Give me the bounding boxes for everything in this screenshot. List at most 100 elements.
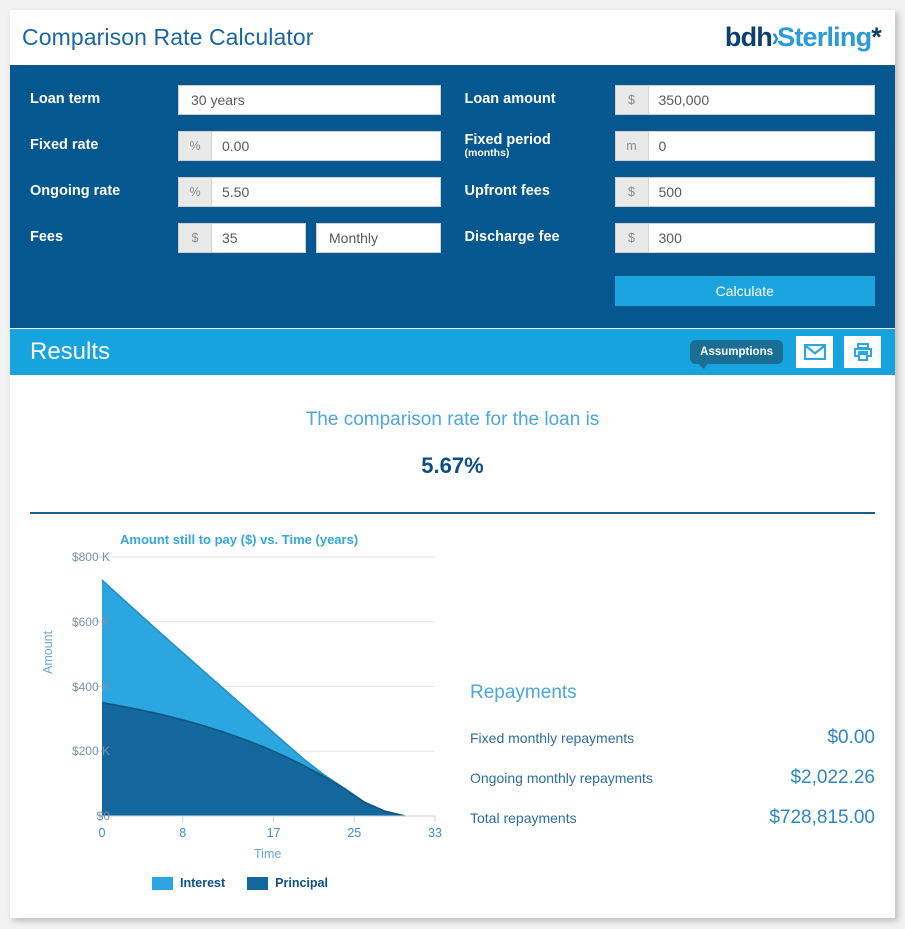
logo-text-sterling: Sterling — [777, 22, 872, 52]
label-ongoing-rate: Ongoing rate — [30, 183, 121, 200]
comparison-rate-value: 5.67% — [421, 453, 484, 478]
calculate-row: Calculate — [465, 270, 875, 312]
label-fixed-period-text: Fixed period — [464, 131, 551, 148]
comparison-rate-caption: The comparison rate for the loan is — [305, 409, 600, 430]
chart-legend-label: Principal — [275, 876, 328, 890]
label-upfront-fees: Upfront fees — [465, 184, 615, 199]
chart-x-tick-label: 25 — [347, 826, 362, 840]
repayment-label: Ongoing monthly repayments — [470, 770, 653, 786]
logo-text-bdh: bdh — [724, 22, 773, 52]
dollar-prefix-icon: $ — [615, 178, 649, 206]
fees-amount-value[interactable]: 35 — [212, 224, 305, 252]
chart-legend-item[interactable]: Interest — [152, 876, 225, 890]
discharge-fee-value[interactable]: 300 — [649, 224, 875, 252]
fixed-rate-value[interactable]: 0.00 — [212, 132, 440, 160]
chart-y-ticks: $0 $200 K $400 K $600 K $800 K — [50, 514, 110, 904]
results-lower-section: Amount still to pay ($) vs. Time (years)… — [10, 514, 895, 904]
calculator-card: Comparison Rate Calculator bdh › Sterling *… — [10, 10, 895, 918]
print-results-button[interactable] — [844, 336, 881, 368]
fixed-period-input[interactable]: m 0 — [614, 131, 875, 161]
upfront-fees-input[interactable]: $ 500 — [614, 177, 875, 207]
chart-legend-swatch — [152, 876, 173, 890]
label-discharge-fee-text: Discharge fee — [464, 229, 560, 246]
chart-legend-swatch — [247, 876, 269, 890]
repayment-row: Total repayments $728,815.00 — [470, 798, 875, 838]
repayment-value: $728,815.00 — [769, 807, 875, 828]
chart-x-tick-label: 8 — [179, 826, 187, 840]
repayment-label: Fixed monthly repayments — [470, 730, 635, 746]
assumptions-button[interactable]: Assumptions — [690, 340, 783, 369]
field-row-fixed-rate: Fixed rate % 0.00 — [30, 123, 441, 169]
calculate-button[interactable]: Calculate — [614, 276, 875, 306]
chart-y-tick-label: $200 K — [71, 744, 110, 759]
comparison-rate-block: The comparison rate for the loan is 5.67… — [10, 375, 895, 479]
page-title: Comparison Rate Calculator — [22, 24, 314, 50]
chart-y-tick-label: $800 K — [71, 550, 110, 564]
label-fixed-period: Fixed period (months) — [464, 131, 615, 160]
label-loan-amount-text: Loan amount — [464, 91, 556, 108]
ongoing-rate-input[interactable]: % 5.50 — [178, 177, 441, 207]
chart-x-tick-label: 17 — [266, 826, 281, 840]
chart-legend-item[interactable]: Principal — [247, 876, 328, 890]
repayments-panel: Repayments Fixed monthly repayments $0.00… — [460, 514, 895, 904]
fixed-rate-input[interactable]: % 0.00 — [178, 131, 441, 161]
ongoing-rate-value[interactable]: 5.50 — [212, 178, 440, 206]
dollar-prefix-icon: $ — [615, 224, 649, 252]
email-results-button[interactable] — [796, 336, 833, 368]
chart-legend-label: Interest — [180, 876, 226, 890]
brand-logo: bdh › Sterling * — [724, 22, 882, 53]
label-upfront-fees-text: Upfront fees — [464, 183, 550, 200]
loan-amount-value[interactable]: 350,000 — [649, 86, 875, 114]
label-discharge-fee: Discharge fee — [465, 230, 615, 245]
dollar-prefix-icon: $ — [179, 224, 212, 252]
fees-frequency-value[interactable]: Monthly — [317, 224, 440, 252]
logo-chevron-icon: › — [771, 22, 779, 52]
repayment-row: Ongoing monthly repayments $2,022.26 — [470, 758, 875, 798]
discharge-fee-input[interactable]: $ 300 — [614, 223, 875, 253]
logo-asterisk-icon: * — [871, 22, 881, 52]
repayment-area-chart: Amount still to pay ($) vs. Time (years)… — [10, 514, 460, 904]
loan-input-form: Loan term 30 years Fixed rate % 0.00 Ong… — [10, 65, 895, 328]
field-row-fixed-period: Fixed period (months) m 0 — [464, 123, 875, 169]
field-row-upfront-fees: Upfront fees $ 500 — [465, 169, 875, 215]
results-header-bar: Results Assumptions — [10, 328, 895, 375]
results-actions: Assumptions — [690, 336, 881, 369]
chart-x-axis-label: Time — [254, 847, 282, 861]
label-fixed-rate: Fixed rate — [30, 137, 99, 154]
loan-term-value[interactable]: 30 years — [179, 86, 440, 114]
results-title: Results — [30, 338, 111, 365]
chart-y-tick-label: $600 K — [71, 614, 110, 629]
chart-x-tick-label: 33 — [428, 826, 442, 840]
form-column-right: Loan amount $ 350,000 Fixed period (mont… — [453, 77, 875, 312]
repayment-value: $2,022.26 — [790, 767, 875, 788]
label-loan-amount: Loan amount — [465, 92, 615, 107]
repayments-rows: Fixed monthly repayments $0.00 Ongoing mon… — [470, 718, 875, 838]
results-body: The comparison rate for the loan is 5.67… — [10, 375, 895, 904]
field-row-discharge-fee: Discharge fee $ 300 — [465, 215, 875, 261]
dollar-prefix-icon: $ — [615, 86, 649, 114]
loan-term-input[interactable]: 30 years — [178, 85, 441, 115]
chart-y-tick-label: $0 — [96, 809, 110, 823]
field-row-loan-term: Loan term 30 years — [30, 77, 441, 123]
fixed-period-value[interactable]: 0 — [649, 132, 875, 160]
repayment-row: Fixed monthly repayments $0.00 — [470, 718, 875, 758]
chart-legend: Interest Principal — [152, 876, 328, 890]
printer-icon — [853, 342, 872, 361]
page-root: Comparison Rate Calculator bdh › Sterling *… — [0, 0, 905, 929]
chart-y-tick-label: $400 K — [71, 679, 110, 694]
fees-amount-input[interactable]: $ 35 — [178, 223, 306, 253]
repayments-title: Repayments — [470, 682, 577, 703]
label-fixed-period-sub: (months) — [464, 147, 510, 160]
percent-prefix-icon: % — [179, 132, 212, 160]
loan-amount-input[interactable]: $ 350,000 — [614, 85, 875, 115]
upfront-fees-value[interactable]: 500 — [649, 178, 875, 206]
chart-x-tick-label: 0 — [98, 826, 106, 840]
fees-group: $ 35 Monthly — [178, 223, 441, 253]
chart-title: Amount still to pay ($) vs. Time (years) — [120, 532, 359, 547]
fees-frequency-select[interactable]: Monthly — [316, 223, 441, 253]
field-row-fees: Fees $ 35 Monthly — [30, 215, 441, 261]
repayment-label: Total repayments — [470, 810, 577, 826]
form-column-left: Loan term 30 years Fixed rate % 0.00 Ong… — [30, 77, 453, 312]
field-row-ongoing-rate: Ongoing rate % 5.50 — [30, 169, 441, 215]
app-header: Comparison Rate Calculator bdh › Sterling * — [10, 10, 895, 65]
